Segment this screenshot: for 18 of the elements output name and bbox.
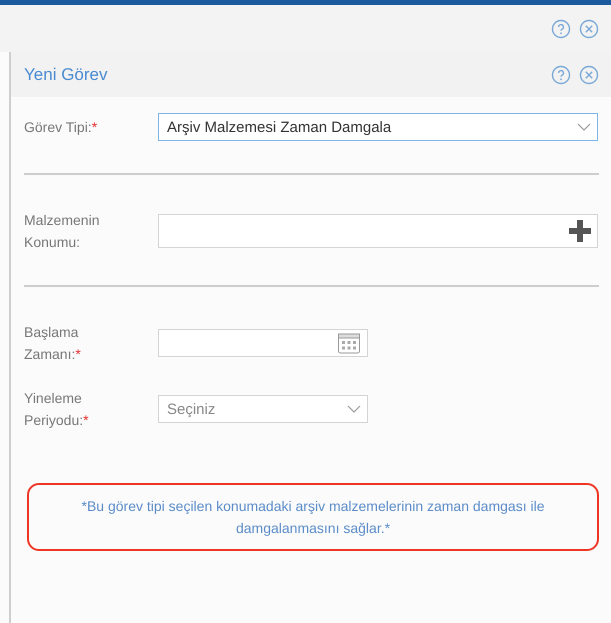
dropdown[interactable]: Arşiv Malzemesi Zaman Damgala: [158, 113, 598, 141]
chevron-down-icon: [347, 405, 361, 413]
info-note: *Bu görev tipi seçilen konumadaki arşiv malzemelerinin zaman damgası ile damgalanmasını sağlar.*: [27, 483, 599, 551]
calendar-icon[interactable]: [337, 331, 361, 355]
close-icon[interactable]: [579, 64, 599, 84]
help-icon[interactable]: [551, 64, 571, 84]
help-icon[interactable]: [551, 18, 571, 38]
plus-icon[interactable]: [569, 220, 591, 242]
field-label: Yineleme Periyodu:*: [24, 389, 90, 430]
field-label: Başlama Zamanı:*: [24, 323, 82, 364]
panel-title: Yeni Görev: [24, 64, 108, 84]
field-label: Görev Tipi:*: [24, 118, 98, 137]
field-label: Malzemenin Konumu:: [24, 211, 100, 252]
dropdown[interactable]: Seçiniz: [158, 395, 368, 423]
input-field[interactable]: [158, 214, 598, 248]
close-icon[interactable]: [579, 18, 599, 38]
chevron-down-icon: [577, 123, 591, 131]
date-field[interactable]: [158, 329, 368, 357]
